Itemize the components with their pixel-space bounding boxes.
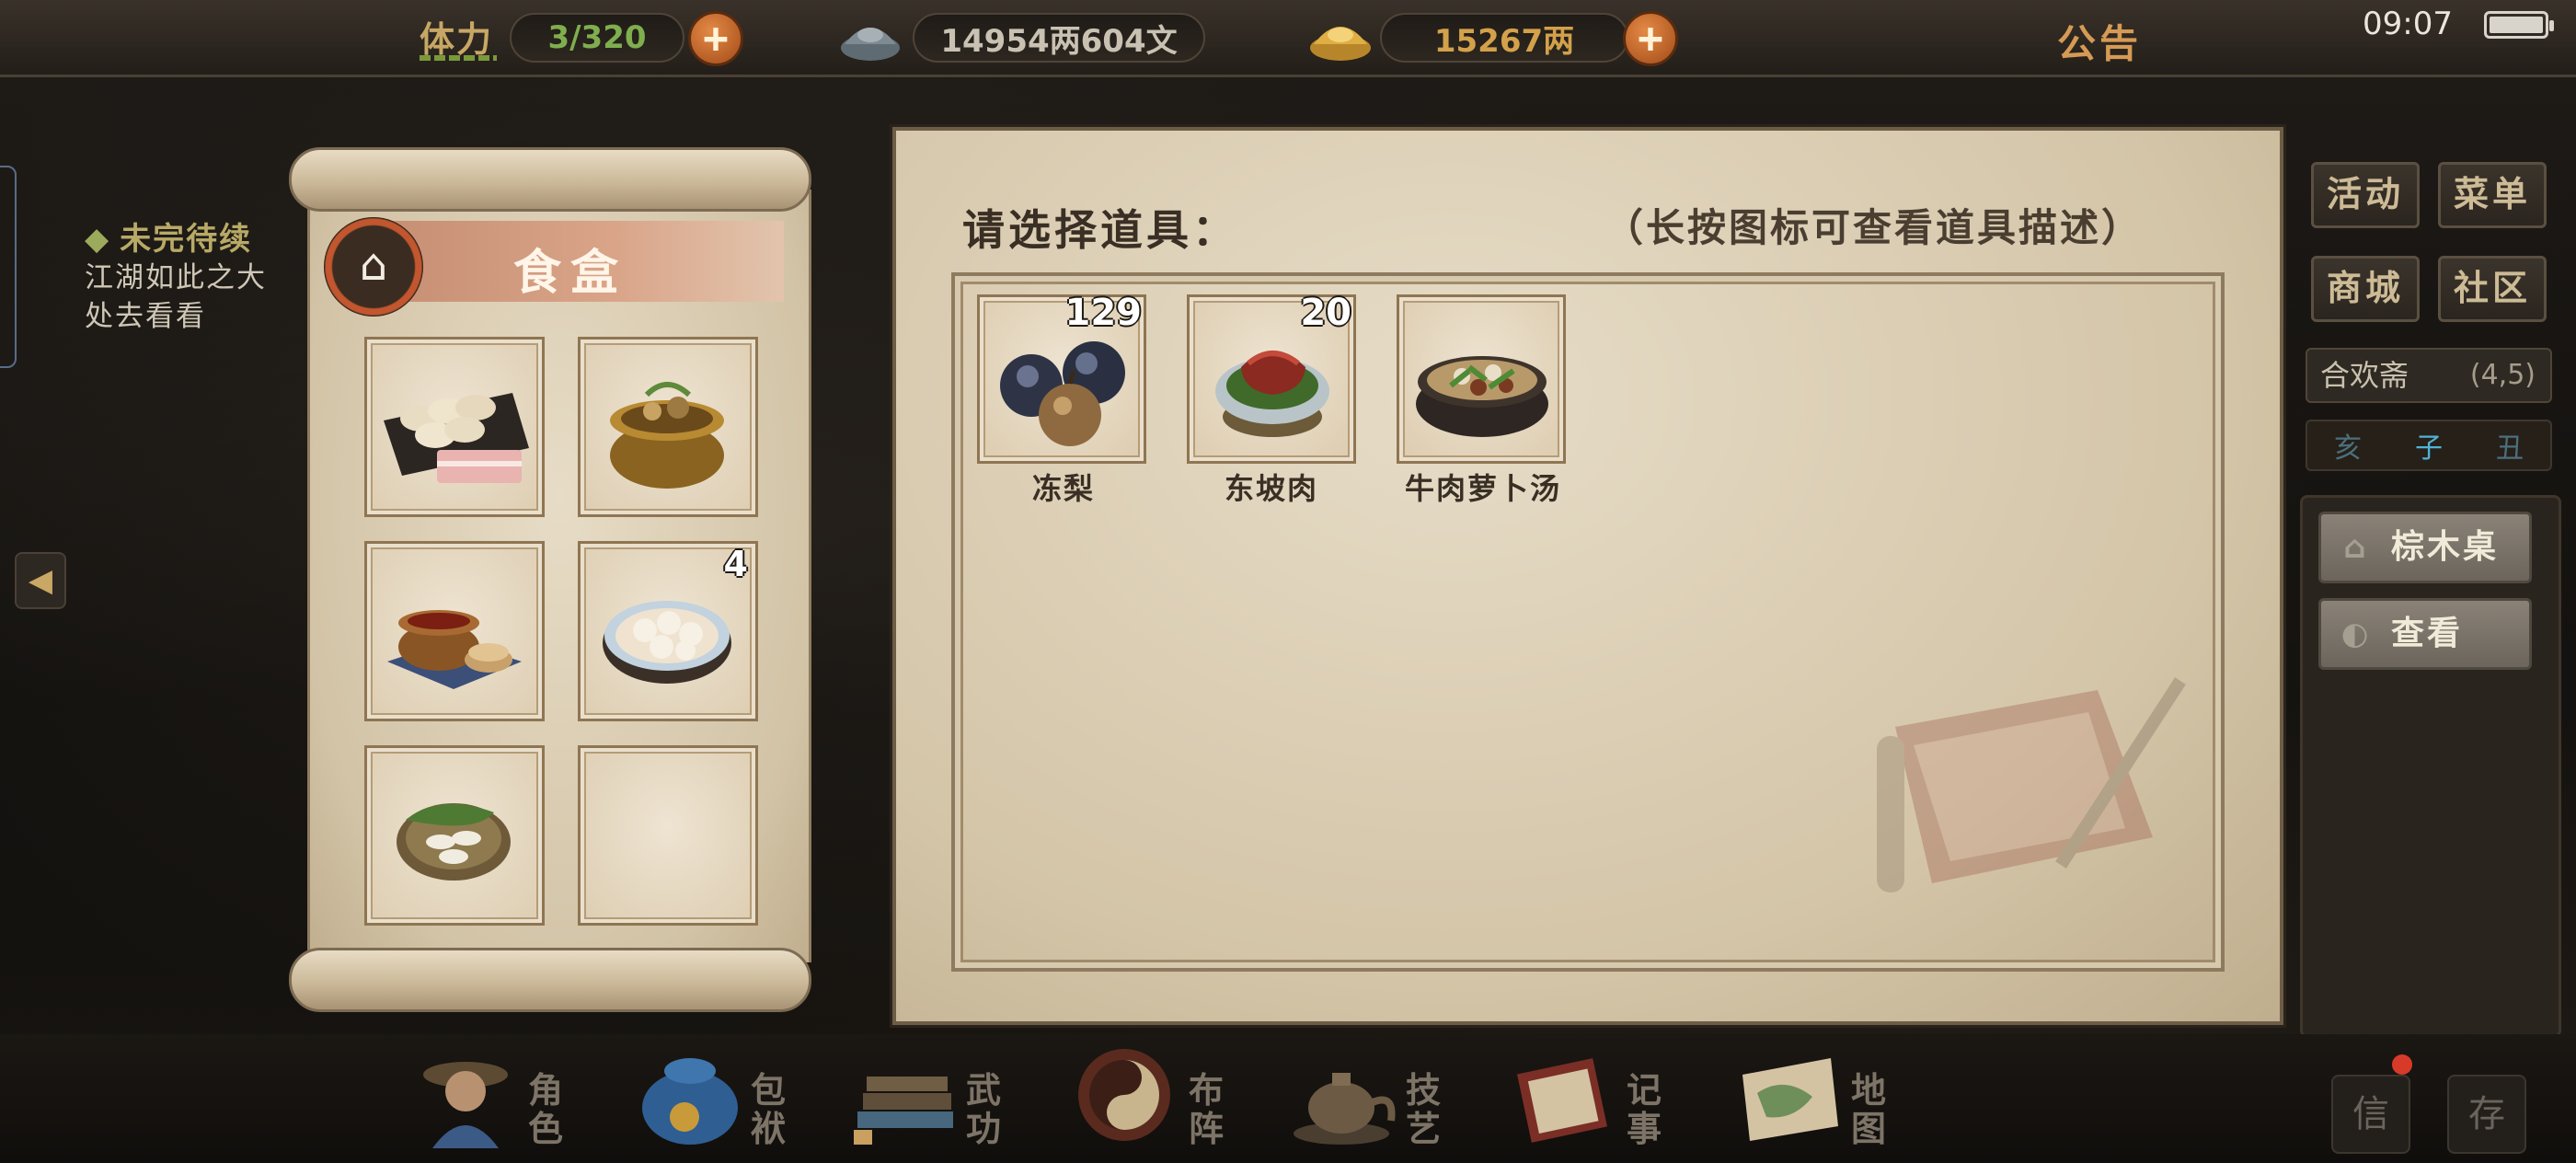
stamina-pips: [420, 55, 497, 61]
select-prompt: 请选择道具：: [962, 205, 1238, 255]
item-slot-beef-radish-soup[interactable]: [1397, 294, 1566, 464]
item-slot-dongpo-pork[interactable]: 20: [1187, 292, 1356, 464]
mail-notification-badge: [2392, 1054, 2412, 1075]
time-next: 丑: [2496, 432, 2524, 465]
nav-label: 记事: [1627, 1070, 1662, 1149]
eye-icon: ◐: [2340, 616, 2372, 652]
pavilion-emblem-icon: ⌂: [324, 217, 423, 317]
nav-label: 角色: [528, 1070, 564, 1149]
nav-character[interactable]: 角色: [407, 1038, 618, 1159]
formation-icon: [1078, 1049, 1170, 1141]
battery-icon: [2484, 11, 2554, 39]
food-slot[interactable]: [364, 745, 545, 926]
item-count-badge: 20: [1300, 292, 1351, 334]
time-prev: 亥: [2334, 432, 2362, 465]
clay-pot-stew-icon: [610, 382, 724, 489]
gold-ingot-icon: [1310, 27, 1371, 61]
dumplings-icon: [384, 393, 529, 483]
nav-journal[interactable]: 记事: [1505, 1038, 1717, 1159]
community-button[interactable]: 社区: [2438, 256, 2547, 322]
stamina-value: 3/320: [510, 13, 684, 63]
item-name-label: 冻梨: [1031, 471, 1095, 506]
battery-level: [2490, 17, 2543, 33]
table-button-label: 棕木桌: [2391, 528, 2500, 566]
location-display[interactable]: 合欢斋 (4,5): [2306, 348, 2552, 403]
notice-button[interactable]: 公告: [2057, 13, 2142, 69]
copper-ingot-icon: [841, 28, 900, 61]
martial-arts-icon: [854, 1077, 953, 1145]
gold-add-button[interactable]: +: [1623, 11, 1678, 66]
copper-value: 14954两604文: [913, 13, 1205, 63]
quest-line: 江湖如此之大: [85, 261, 267, 294]
scroll-rod-top: [289, 147, 811, 212]
food-slot[interactable]: [578, 337, 758, 517]
mall-button[interactable]: 商城: [2311, 256, 2420, 322]
nav-bag[interactable]: 包袱: [629, 1038, 841, 1159]
time-now: 子: [2415, 432, 2443, 465]
zongzi-plate-icon: [397, 803, 511, 881]
item-count-badge: 129: [1064, 292, 1143, 334]
beef-radish-soup-icon: [1416, 356, 1548, 437]
nav-craft[interactable]: 技艺: [1284, 1038, 1496, 1159]
food-box-title: 食盒: [513, 246, 628, 301]
location-name: 合欢斋: [2320, 358, 2409, 393]
scroll-brush-watermark-icon: [1877, 677, 2186, 892]
table-button[interactable]: ⌂ 棕木桌: [2318, 512, 2532, 583]
nav-label: 包袱: [751, 1070, 787, 1149]
status-clock: 09:07: [2363, 6, 2453, 42]
journal-icon: [1517, 1058, 1607, 1143]
food-slot[interactable]: [364, 541, 545, 721]
item-name-label: 牛肉萝卜汤: [1404, 471, 1561, 506]
stamina-add-button[interactable]: +: [688, 11, 743, 66]
nav-formation[interactable]: 布阵: [1067, 1038, 1279, 1159]
nav-label: 武功: [966, 1070, 1002, 1149]
quest-tracker[interactable]: ◆ 未完待续 江湖如此之大 处去看看: [85, 213, 267, 336]
nav-label: 技艺: [1406, 1070, 1442, 1149]
item-name-label: 东坡肉: [1224, 471, 1318, 506]
food-slot-empty[interactable]: [578, 745, 758, 926]
mail-button[interactable]: 信: [2331, 1075, 2410, 1154]
nav-martial-arts[interactable]: 武功: [845, 1038, 1056, 1159]
time-of-day-display: 亥 子 丑: [2306, 420, 2552, 471]
side-pull-tab[interactable]: [0, 166, 17, 368]
slot-count-badge: 4: [723, 544, 748, 584]
food-slot[interactable]: [364, 337, 545, 517]
diamond-icon: ◆: [85, 221, 111, 258]
top-resource-bar: [0, 0, 2576, 77]
braised-pot-icon: [387, 610, 522, 689]
bag-icon: [642, 1058, 738, 1145]
scroll-rod-bottom: [289, 948, 811, 1012]
map-icon: [1742, 1058, 1838, 1141]
quest-title: ◆ 未完待续: [85, 221, 253, 258]
view-button[interactable]: ◐ 查看: [2318, 598, 2532, 670]
nav-label: 地图: [1851, 1070, 1887, 1149]
view-button-label: 查看: [2391, 615, 2464, 652]
menu-button[interactable]: 菜单: [2438, 162, 2547, 228]
nav-map[interactable]: 地图: [1730, 1038, 1941, 1159]
item-slot-frozen-pear[interactable]: 129: [977, 292, 1146, 464]
collapse-left-button[interactable]: ◀: [15, 552, 66, 609]
house-icon: ⌂: [2343, 529, 2369, 566]
gold-value: 15267两: [1380, 13, 1628, 63]
character-icon: [423, 1062, 508, 1148]
quest-line: 处去看看: [85, 300, 206, 333]
food-slot[interactable]: 4: [578, 541, 758, 721]
long-press-hint: （长按图标可查看道具描述）: [1604, 205, 2144, 250]
nav-label: 布阵: [1189, 1070, 1225, 1149]
location-coord: (4,5): [2469, 359, 2536, 391]
save-button[interactable]: 存: [2447, 1075, 2526, 1154]
stamina-label: 体力: [420, 19, 494, 60]
craft-icon: [1294, 1073, 1396, 1145]
activity-button[interactable]: 活动: [2311, 162, 2420, 228]
